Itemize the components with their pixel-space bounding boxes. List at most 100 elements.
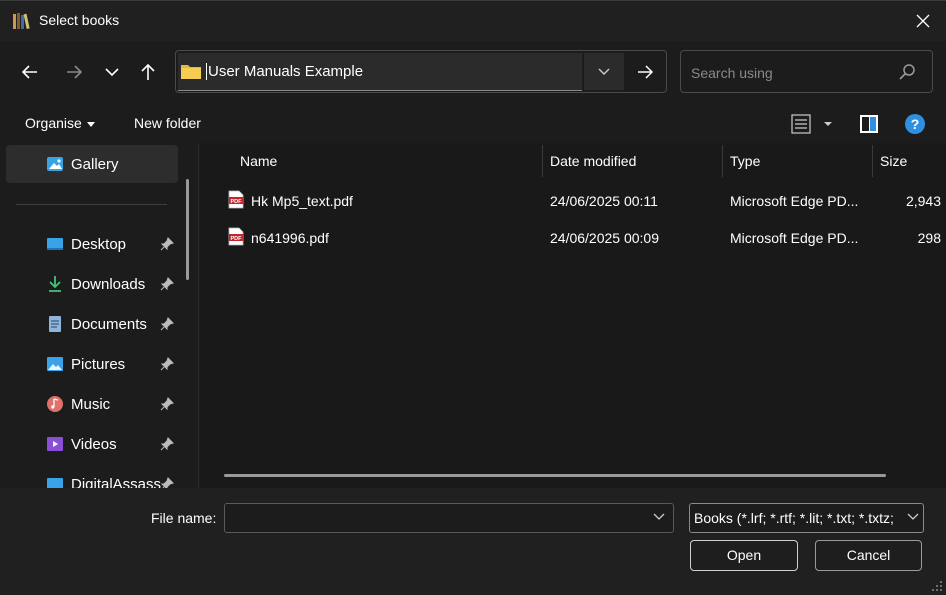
documents-icon [49, 316, 61, 332]
file-type: Microsoft Edge PD... [730, 230, 859, 246]
search-box[interactable] [680, 50, 933, 93]
resize-grip-icon[interactable] [931, 580, 943, 592]
dialog-footer: File name: Books (*.lrf; *.rtf; *.lit; *… [0, 488, 946, 595]
sidebar-item-label: Pictures [71, 356, 126, 373]
pictures-icon [47, 357, 63, 371]
pin-icon[interactable] [160, 357, 174, 371]
navigation-pane: Gallery Desktop Downloads Documents Pict… [0, 143, 200, 488]
title-bar: Select books [0, 1, 946, 41]
pin-icon[interactable] [160, 477, 174, 488]
sidebar-item-downloads[interactable]: Downloads [6, 265, 178, 303]
folder-icon [181, 65, 201, 79]
books-app-icon [13, 13, 30, 30]
sidebar-item-label: Videos [71, 436, 117, 453]
arrow-up-icon [141, 63, 155, 80]
help-button[interactable]: ? [905, 114, 925, 134]
list-view-icon [791, 114, 832, 134]
file-type: Microsoft Edge PD... [730, 193, 859, 209]
folder-icon [47, 478, 63, 488]
pin-icon[interactable] [160, 237, 174, 251]
chevron-down-icon [907, 513, 919, 520]
sidebar-item-label: DigitalAssass [71, 476, 162, 488]
sidebar-item-label: Music [71, 396, 111, 413]
open-button[interactable]: Open [690, 540, 798, 571]
sidebar-item-label: Gallery [71, 156, 119, 173]
arrow-right-icon [638, 64, 654, 79]
pin-icon[interactable] [160, 277, 174, 291]
column-separator[interactable] [722, 145, 723, 177]
pin-icon[interactable] [160, 317, 174, 331]
navigation-bar: User Manuals Example [0, 41, 946, 103]
videos-icon [47, 437, 63, 451]
address-bar[interactable]: User Manuals Example [175, 50, 667, 93]
column-header-size[interactable]: Size [880, 153, 907, 169]
chevron-down-icon[interactable] [653, 513, 665, 521]
sidebar-divider [16, 204, 167, 205]
pdf-file-icon: PDF [228, 227, 244, 246]
forward-button[interactable] [59, 57, 89, 87]
address-path: User Manuals Example [206, 63, 364, 80]
address-field[interactable]: User Manuals Example [178, 53, 582, 91]
preview-pane-button[interactable] [858, 113, 880, 135]
file-date: 24/06/2025 00:09 [550, 230, 659, 246]
gallery-icon [47, 157, 63, 171]
organise-label: Organise [25, 115, 82, 131]
file-open-dialog: Select books User Manuals Example Search… [0, 0, 946, 595]
column-header-name[interactable]: Name [240, 153, 277, 169]
file-name: Hk Mp5_text.pdf [251, 193, 353, 209]
pdf-file-icon: PDF [228, 190, 244, 209]
sidebar-item-gallery[interactable]: Gallery [6, 145, 178, 183]
downloads-icon [49, 276, 61, 292]
close-button[interactable] [900, 1, 946, 41]
window-title: Select books [39, 12, 120, 28]
new-folder-button[interactable]: New folder [134, 115, 201, 131]
column-separator[interactable] [872, 145, 873, 177]
sidebar-item-digitalassass[interactable]: DigitalAssass [6, 465, 178, 488]
arrow-right-icon [67, 65, 83, 79]
file-list: Name Date modified Type Size PDF Hk Mp5_… [200, 143, 946, 488]
column-separator[interactable] [542, 145, 543, 177]
back-button[interactable] [15, 57, 45, 87]
up-button[interactable] [133, 57, 163, 87]
sidebar-item-videos[interactable]: Videos [6, 425, 178, 463]
chevron-down-icon [105, 68, 119, 77]
cancel-button[interactable]: Cancel [815, 540, 922, 571]
file-name-label: File name: [151, 510, 217, 526]
file-name: n641996.pdf [251, 230, 329, 246]
svg-text:PDF: PDF [231, 199, 243, 205]
column-header-date[interactable]: Date modified [550, 153, 636, 169]
organise-menu[interactable]: Organise [25, 115, 95, 131]
sidebar-item-documents[interactable]: Documents [6, 305, 178, 343]
sidebar-item-label: Desktop [71, 236, 127, 253]
sidebar-scrollbar[interactable] [186, 179, 189, 280]
go-button[interactable] [626, 53, 664, 90]
music-icon [47, 396, 63, 412]
chevron-down-icon [598, 68, 610, 75]
sidebar-item-music[interactable]: Music [6, 385, 178, 423]
file-size: 2,943 [905, 193, 941, 209]
search-icon[interactable] [898, 63, 916, 81]
desktop-icon [47, 238, 63, 250]
sidebar-item-desktop[interactable]: Desktop [6, 225, 178, 263]
preview-pane-icon [860, 115, 878, 133]
pin-icon[interactable] [160, 437, 174, 451]
pane-separator[interactable] [198, 143, 199, 488]
search-input[interactable] [689, 61, 893, 85]
sidebar-item-pictures[interactable]: Pictures [6, 345, 178, 383]
caret-down-icon [86, 121, 95, 127]
file-list-scrollbar[interactable] [224, 474, 886, 477]
file-size: 298 [917, 230, 941, 246]
svg-text:PDF: PDF [231, 236, 243, 242]
column-header-type[interactable]: Type [730, 153, 760, 169]
arrow-left-icon [21, 65, 37, 79]
file-type-value: Books (*.lrf; *.rtf; *.lit; *.txt; *.txt… [694, 510, 894, 526]
address-dropdown-button[interactable] [584, 53, 624, 90]
sidebar-item-label: Downloads [71, 276, 146, 293]
pin-icon[interactable] [160, 397, 174, 411]
recent-locations-button[interactable] [97, 57, 127, 87]
file-type-select[interactable]: Books (*.lrf; *.rtf; *.lit; *.txt; *.txt… [689, 503, 924, 533]
change-view-button[interactable] [790, 113, 838, 135]
close-icon [916, 14, 930, 28]
sidebar-item-label: Documents [71, 316, 147, 333]
file-name-field[interactable] [224, 503, 674, 533]
